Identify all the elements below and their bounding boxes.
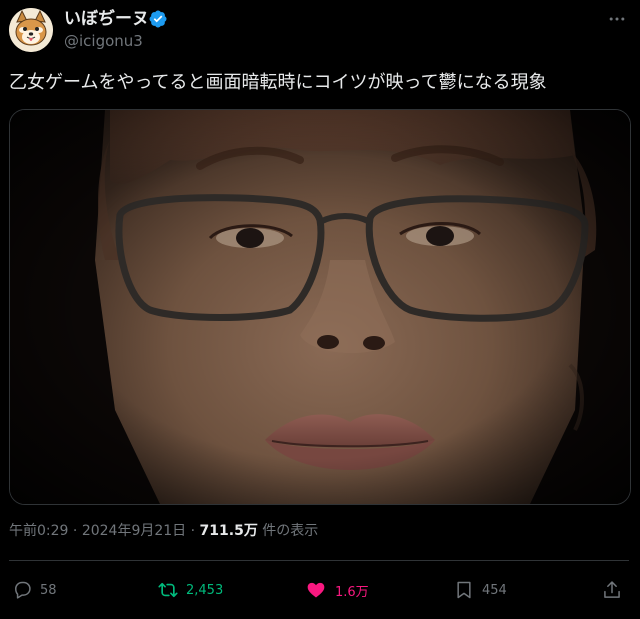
user-handle[interactable]: @icigonu3 — [64, 32, 143, 50]
face-reflection-image — [10, 110, 630, 504]
like-count: 1.6万 — [335, 584, 369, 600]
verified-badge-icon — [149, 10, 167, 28]
like-button[interactable]: 1.6万 — [305, 578, 369, 602]
meta-separator: · — [186, 523, 200, 539]
retweet-button[interactable]: 2,453 — [158, 578, 223, 602]
tweet-media[interactable] — [9, 109, 631, 505]
view-count-suffix: 件の表示 — [257, 523, 319, 539]
heart-icon — [307, 582, 325, 598]
reply-button[interactable]: 58 — [12, 578, 57, 602]
tweet-card: いぼぢーヌ @icigonu3 乙女ゲームをやってると画面暗転時にコイツが映って… — [0, 0, 640, 619]
action-bar: 58 2,453 1.6万 454 — [0, 574, 640, 606]
tweet-text: 乙女ゲームをやってると画面暗転時にコイツが映って鬱になる現象 — [9, 72, 547, 93]
bookmark-icon — [457, 581, 471, 599]
more-options-button[interactable] — [604, 6, 630, 32]
share-icon — [604, 581, 620, 598]
display-name[interactable]: いぼぢーヌ — [64, 8, 149, 30]
tweet-date[interactable]: 2024年9月21日 — [82, 523, 186, 539]
avatar[interactable] — [9, 8, 53, 52]
share-button[interactable] — [602, 578, 622, 602]
more-horizontal-icon — [609, 17, 625, 21]
tweet-meta: 午前0:29 · 2024年9月21日 · 711.5万 件の表示 — [9, 521, 318, 541]
retweet-icon — [158, 582, 178, 598]
view-count: 711.5万 — [199, 523, 258, 539]
retweet-count: 2,453 — [186, 582, 224, 598]
bookmark-count: 454 — [482, 582, 507, 598]
reply-icon — [15, 581, 31, 599]
reply-count: 58 — [40, 582, 57, 598]
bookmark-button[interactable]: 454 — [454, 578, 507, 602]
shiba-dog-icon — [9, 8, 53, 52]
tweet-time[interactable]: 午前0:29 — [9, 523, 68, 539]
divider — [9, 560, 629, 561]
meta-separator: · — [68, 523, 82, 539]
